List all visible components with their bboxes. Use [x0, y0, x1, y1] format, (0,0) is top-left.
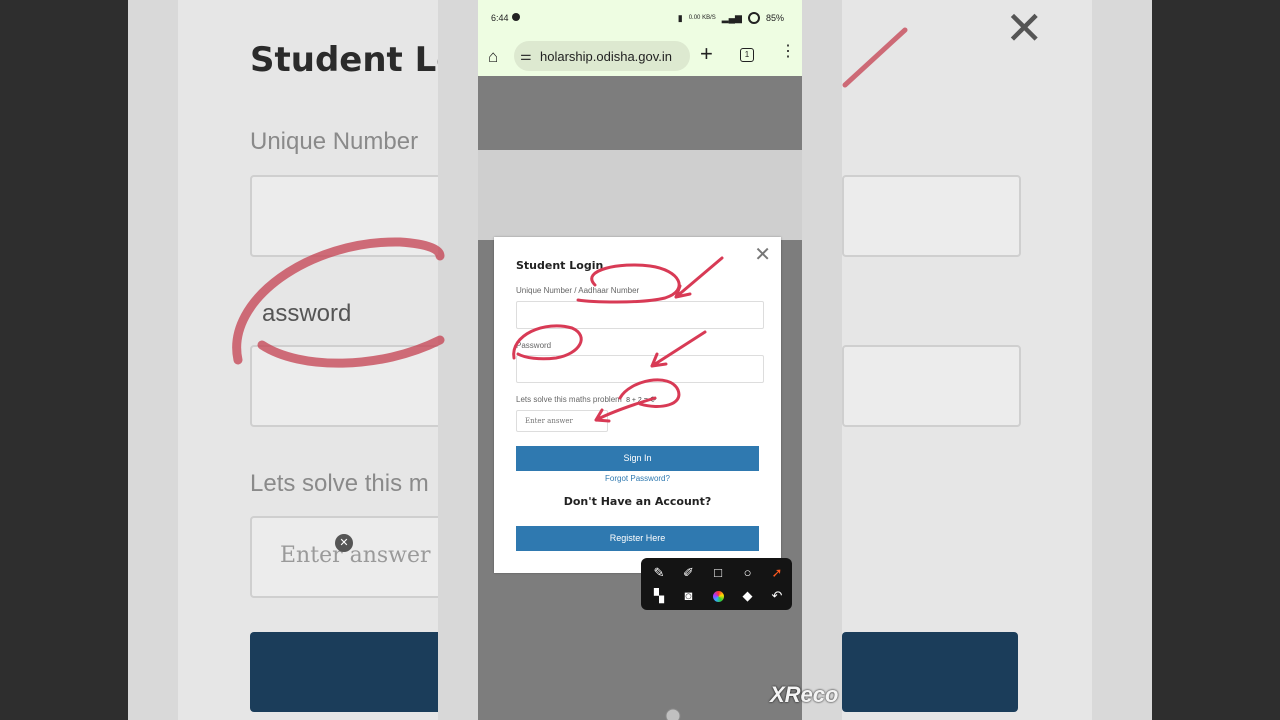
background-password-box	[842, 345, 1021, 427]
background-answer-placeholder: Enter answer	[280, 543, 431, 568]
recorder-watermark: XReco	[770, 682, 839, 707]
annotation-toolbar: ✎ ✐ □ ○ ➚ ▚ ◙ ◆ ↶	[641, 558, 792, 610]
background-button	[842, 632, 1018, 712]
eraser-icon[interactable]: ◆	[737, 586, 759, 606]
background-unique-label: Unique Number	[250, 128, 419, 155]
more-menu-icon[interactable]: ⋮	[780, 44, 796, 60]
background-button	[250, 632, 438, 712]
status-bar: 6:44 ▮ 0.00 KB/S ▂▄▆ 85%	[478, 0, 802, 36]
phone-side-left	[438, 0, 478, 720]
browser-toolbar: ⌂ ⚌ holarship.odisha.gov.in + 1 ⋮	[478, 36, 802, 76]
captcha-label: Lets solve this maths problem	[516, 395, 622, 404]
no-account-heading: Don't Have an Account?	[563, 495, 712, 508]
captcha-answer-input[interactable]	[516, 410, 608, 432]
password-input[interactable]	[516, 355, 764, 383]
brush-icon[interactable]: ✎	[648, 563, 670, 583]
background-captcha-label: Lets solve this m	[250, 470, 429, 497]
undo-icon[interactable]: ↶	[766, 586, 788, 606]
battery-icon	[747, 12, 760, 24]
register-button[interactable]: Register Here	[516, 526, 759, 551]
background-unique-box	[250, 175, 438, 257]
tab-switcher-icon[interactable]: 1	[740, 48, 754, 62]
page-background	[478, 150, 802, 240]
refresh-captcha-icon[interactable]: ⟳	[650, 395, 657, 404]
password-label: Password	[516, 341, 552, 350]
camera-icon[interactable]: ◙	[678, 586, 700, 606]
unique-number-input[interactable]	[516, 301, 764, 329]
color-picker-icon[interactable]	[707, 586, 729, 606]
background-title: Student Log	[250, 40, 438, 80]
student-login-modal: ✕ Student Login Unique Number / Aadhaar …	[494, 237, 781, 573]
circle-icon[interactable]: ○	[737, 563, 759, 583]
forgot-password-link[interactable]: Forgot Password?	[494, 474, 781, 483]
vibrate-icon: ▮	[677, 12, 683, 23]
phone-side-right	[802, 0, 842, 720]
toolbar-row-1: ✎ ✐ □ ○ ➚	[648, 563, 788, 583]
captcha-row: Lets solve this maths problem 8 + 2 = ⟳	[516, 395, 657, 404]
background-right	[842, 0, 1280, 720]
background-left: Student Log Unique Number assword Lets s…	[0, 0, 438, 720]
background-password-label: assword	[262, 300, 352, 327]
toolbar-close-icon[interactable]: ✕	[335, 534, 353, 552]
modal-title: Student Login	[516, 259, 604, 272]
sign-in-button[interactable]: Sign In	[516, 446, 759, 471]
status-indicators: ▮ 0.00 KB/S ▂▄▆ 85%	[678, 12, 784, 24]
new-tab-icon[interactable]: +	[700, 41, 713, 67]
mosaic-icon[interactable]: ▚	[648, 586, 670, 606]
address-bar[interactable]: ⚌ holarship.odisha.gov.in	[514, 41, 690, 71]
url-text: holarship.odisha.gov.in	[540, 49, 673, 64]
rectangle-icon[interactable]: □	[707, 563, 729, 583]
magic-pen-icon[interactable]: ✐	[678, 563, 700, 583]
toolbar-row-2: ▚ ◙ ◆ ↶	[648, 586, 788, 606]
arrow-icon[interactable]: ➚	[766, 563, 788, 583]
signal-icon: ▂▄▆	[721, 12, 742, 23]
network-speed: 0.00 KB/S	[688, 15, 716, 21]
notification-icon	[512, 13, 520, 21]
background-close-icon: ✕	[1005, 2, 1044, 54]
close-icon[interactable]: ✕	[754, 245, 771, 265]
home-icon[interactable]: ⌂	[488, 47, 498, 67]
phone-frame: 6:44 ▮ 0.00 KB/S ▂▄▆ 85% ⌂ ⚌ holarship.o…	[438, 0, 842, 720]
battery-level: 85%	[765, 13, 784, 23]
background-unique-box	[842, 175, 1021, 257]
phone-screen: 6:44 ▮ 0.00 KB/S ▂▄▆ 85% ⌂ ⚌ holarship.o…	[478, 0, 802, 720]
background-password-box	[250, 345, 438, 427]
status-time: 6:44	[491, 13, 509, 23]
captcha-problem: 8 + 2 =	[626, 397, 648, 404]
unique-number-label: Unique Number / Aadhaar Number	[516, 286, 640, 295]
site-settings-icon[interactable]: ⚌	[520, 48, 532, 64]
